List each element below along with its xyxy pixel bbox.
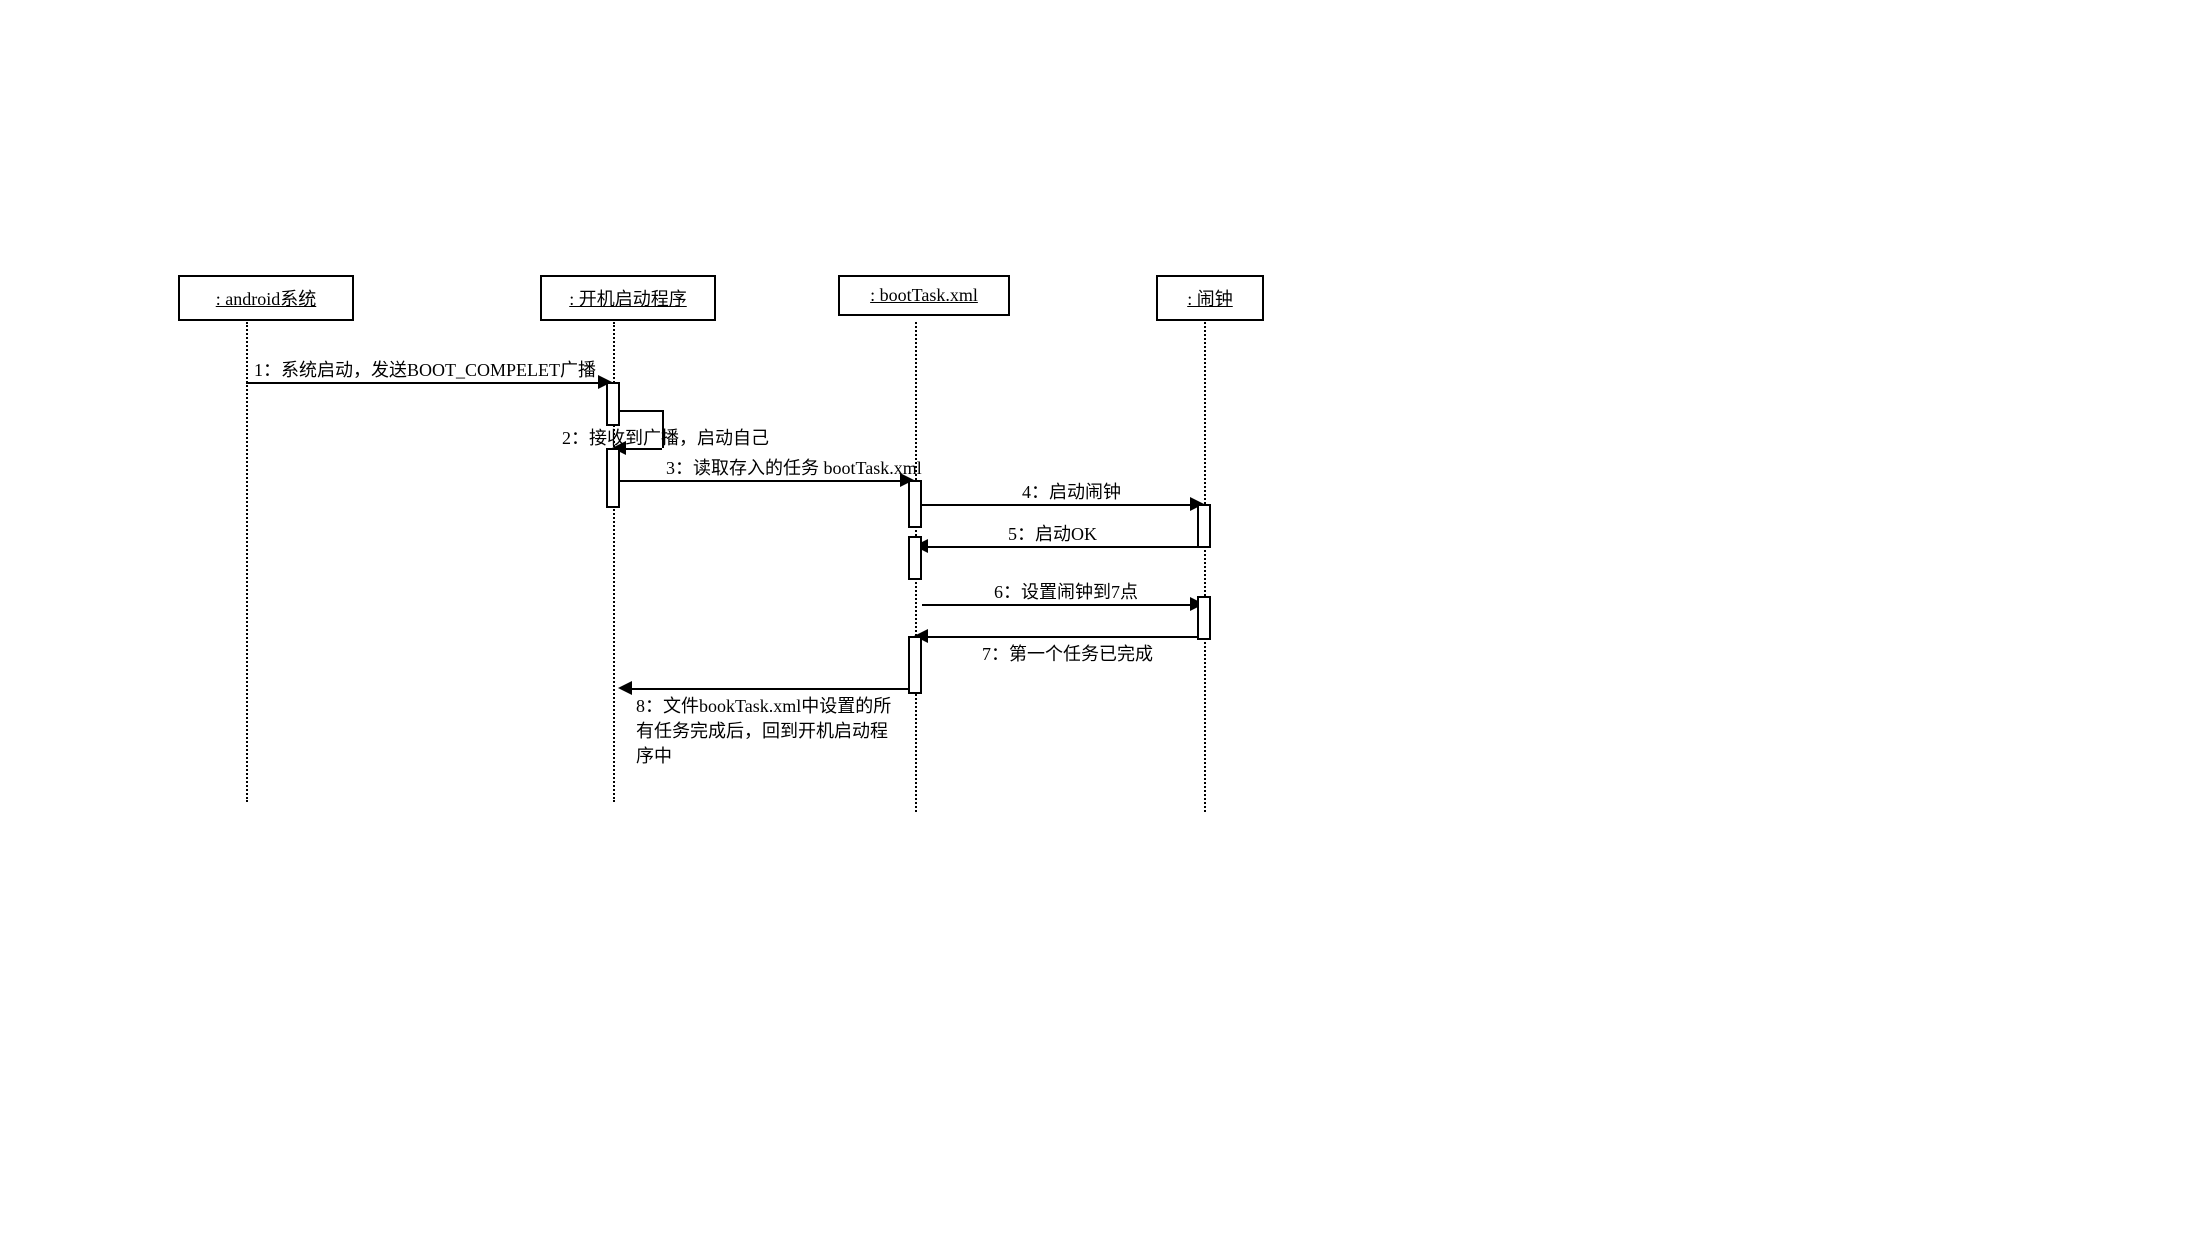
- msg-1-label: 1：系统启动，发送BOOT_COMPELET广播: [254, 356, 596, 382]
- msg-2-top: [620, 410, 662, 412]
- msg-3-line: [620, 480, 908, 482]
- msg-5-line: [922, 546, 1197, 548]
- participant-boot-program-label: : 开机启动程序: [569, 289, 687, 309]
- activation-alarm-1: [1197, 504, 1211, 548]
- msg-4-line: [922, 504, 1197, 506]
- msg-7-line: [922, 636, 1197, 638]
- participant-boottask-xml: : bootTask.xml: [838, 275, 1010, 316]
- activation-boottask-2: [908, 536, 922, 580]
- msg-1-line: [246, 382, 605, 384]
- lifeline-alarm: [1204, 322, 1206, 812]
- msg-2-side: [662, 410, 664, 448]
- msg-8-arrow: [618, 681, 632, 695]
- activation-boottask-3: [908, 636, 922, 694]
- participant-alarm-label: : 闹钟: [1187, 289, 1233, 309]
- activation-boot-2: [606, 448, 620, 508]
- participant-android-label: : android系统: [216, 289, 317, 309]
- msg-3-label: 3：读取存入的任务 bootTask.xml: [666, 454, 922, 480]
- msg-8-line: [626, 688, 908, 690]
- msg-6-line: [922, 604, 1197, 606]
- participant-boot-program: : 开机启动程序: [540, 275, 716, 321]
- activation-alarm-2: [1197, 596, 1211, 640]
- sequence-diagram: : android系统 : 开机启动程序 : bootTask.xml : 闹钟…: [0, 0, 2187, 1241]
- msg-4-label: 4：启动闹钟: [1022, 478, 1121, 504]
- participant-android: : android系统: [178, 275, 354, 321]
- participant-boottask-xml-label: : bootTask.xml: [870, 285, 978, 305]
- activation-boottask-1: [908, 480, 922, 528]
- msg-2-bottom: [620, 448, 662, 450]
- activation-boot-1: [606, 382, 620, 426]
- msg-6-label: 6：设置闹钟到7点: [994, 578, 1138, 604]
- msg-2-label: 2：接收到广播，启动自己: [562, 424, 769, 450]
- lifeline-android: [246, 322, 248, 802]
- participant-alarm: : 闹钟: [1156, 275, 1264, 321]
- msg-8-label: 8：文件bookTask.xml中设置的所有任务完成后，回到开机启动程序中: [636, 694, 896, 770]
- msg-7-label: 7：第一个任务已完成: [982, 640, 1153, 666]
- msg-5-label: 5：启动OK: [1008, 520, 1097, 546]
